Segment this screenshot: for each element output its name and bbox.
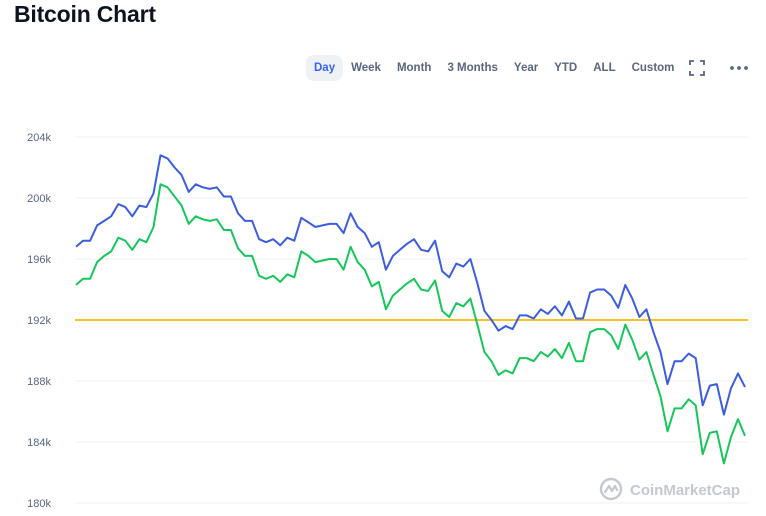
range-tab-week[interactable]: Week: [343, 55, 389, 81]
range-tab-custom[interactable]: Custom: [624, 55, 683, 81]
y-tick-label: 188k: [27, 376, 51, 388]
range-tab-month[interactable]: Month: [389, 55, 439, 81]
page-title: Bitcoin Chart: [14, 1, 156, 27]
y-axis: 180k 184k 188k 192k 196k 200k 204k: [27, 132, 51, 510]
y-tick-label: 196k: [27, 254, 51, 266]
fullscreen-button[interactable]: [689, 60, 705, 76]
range-tab-year[interactable]: Year: [506, 55, 546, 81]
y-tick-label: 192k: [27, 315, 51, 327]
more-horizontal-icon: [730, 66, 748, 70]
time-range-selector: Day Week Month 3 Months Year YTD ALL Custom: [306, 55, 682, 81]
series-line-green: [75, 183, 746, 465]
y-tick-label: 200k: [27, 193, 51, 205]
range-tab-day[interactable]: Day: [306, 55, 344, 81]
range-tab-all[interactable]: ALL: [585, 55, 623, 81]
series-layer: [75, 154, 746, 465]
range-tab-3-months[interactable]: 3 Months: [439, 55, 505, 81]
y-tick-label: 180k: [27, 498, 51, 510]
y-tick-label: 184k: [27, 437, 51, 449]
watermark-text: CoinMarketCap: [630, 482, 740, 499]
watermark: CoinMarketCap: [599, 477, 740, 501]
fullscreen-icon: [689, 60, 705, 76]
series-line-blue: [75, 154, 746, 416]
range-tab-ytd[interactable]: YTD: [546, 55, 585, 81]
more-options-button[interactable]: [728, 60, 750, 76]
y-tick-label: 204k: [27, 132, 51, 144]
coinmarketcap-logo-icon: [599, 477, 623, 501]
